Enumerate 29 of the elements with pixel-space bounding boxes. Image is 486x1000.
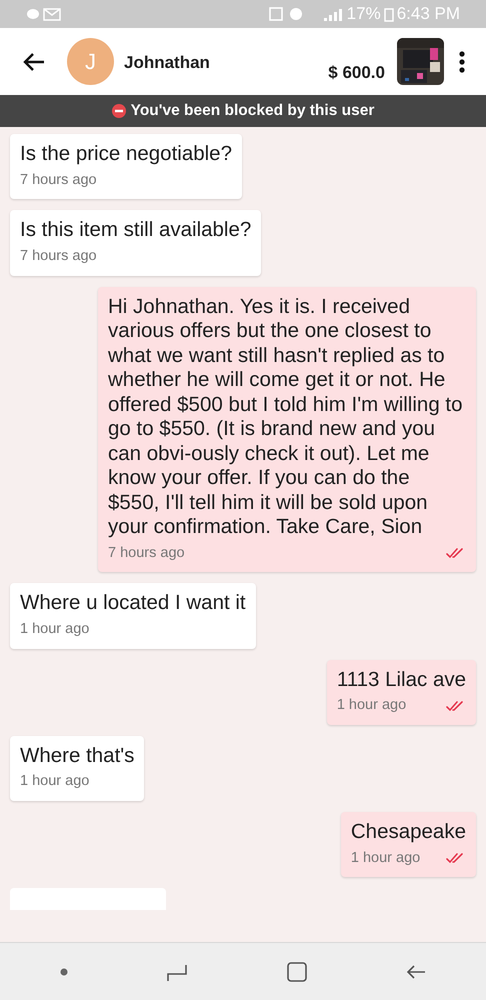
blocked-icon [112,104,126,118]
message-time: 7 hours ago [20,246,97,266]
contact-name: Johnathan [124,52,210,74]
message-text: Hi Johnathan. Yes it is. I received various offers but the one closest to what we want still hasn't replied as to whether he will come get it or not. He offered $500 but I told him I'm willing to go to $550. (It is brand new and you can obvi-ously check it out). Let me know your offer. If you can do the $550, I'll tell him it will be sold upon your confirmation. Take Care, Sion [108,294,464,540]
message-text: Where u located I want it [20,591,246,616]
item-price: $ 600.0 [328,62,385,84]
home-icon[interactable] [286,962,307,982]
back-icon[interactable] [406,964,426,980]
signal-icon [322,7,343,21]
message-text: 1113 Lilac ave [336,668,466,692]
more-icon [459,50,465,72]
message-time: 1 hour ago [336,696,406,715]
message-text: Chesapeake [350,820,466,844]
message-text: Is this item still available? [20,218,252,243]
message-text: Where that's [20,744,134,768]
contact-avatar[interactable]: J [67,38,114,85]
back-arrow-icon [23,52,45,72]
nfc-icon [268,7,283,21]
notification-icons [26,7,64,21]
message-time: 7 hours ago [20,170,97,190]
battery-icon [384,6,394,22]
alarm-icon [288,7,303,21]
message-time: 1 hour ago [20,620,90,639]
message-time: 1 hour ago [20,772,90,792]
message-time: 1 hour ago [350,848,420,868]
message-time: 7 hours ago [108,544,185,562]
dot-icon[interactable] [60,968,68,976]
message-text: Is the price negotiable? [20,142,232,166]
banner-text: You've been blocked by this user [130,101,374,122]
